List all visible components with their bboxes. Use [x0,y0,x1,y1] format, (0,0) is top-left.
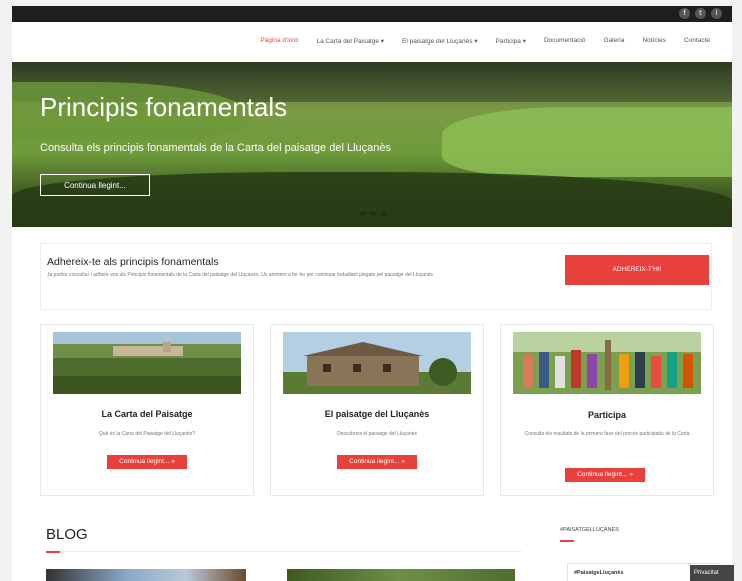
card-read-more-button[interactable]: Continua llegint... » [337,455,417,469]
card-title: Participa [587,410,627,420]
adhere-button[interactable]: ADHEREIX-T'HI! [565,255,709,285]
card-read-more-button[interactable]: Continua llegint... » [107,455,187,469]
card-carta: La Carta del Paisatge Què és la Carta de… [40,324,254,496]
card-title: La Carta del Paisatge [101,409,193,419]
facebook-icon[interactable]: f [679,8,690,19]
social-links: f t i [679,8,722,19]
page: f t i Pàgina d'inici La Carta del Paisat… [12,6,732,581]
instagram-icon[interactable]: i [711,8,722,19]
adhesion-text: Ja podeu consultar i adherir-vos als Pri… [47,272,434,278]
hero-read-more-button[interactable]: Continua llegint... [40,174,150,196]
nav-item-galeria[interactable]: Galeria [604,37,625,45]
blog-divider [46,551,522,552]
hero-background-field [442,107,732,177]
card-participa: Participa Consulta els resultats de la p… [500,324,714,496]
twitter-icon[interactable]: t [695,8,706,19]
card-paisatge: El paisatge del Lluçanès Descobreix el p… [270,324,484,496]
main-navigation: Pàgina d'inici La Carta del Paisatge ▾ E… [12,22,732,62]
sidebar-hashtag-title: #PAISATGELLUÇANÈS [560,527,619,533]
nav-item-contacte[interactable]: Contacte [684,37,710,45]
card-image-village [53,332,241,394]
nav-item-home[interactable]: Pàgina d'inici [260,37,298,45]
card-image-farmhouse [283,332,471,394]
card-read-more-button[interactable]: Continua llegint... » [565,468,645,482]
nav-item-documentacio[interactable]: Documentació [544,37,586,45]
card-image-group [513,332,701,394]
nav-item-carta[interactable]: La Carta del Paisatge ▾ [316,37,384,45]
hero-title: Principis fonamentals [40,92,288,122]
slider-dots [360,211,387,216]
card-text: Què és la Carta del Paisatge del Lluçanè… [98,431,196,437]
twitter-hashtag[interactable]: #PaisatgeLluçanès [574,570,624,576]
slider-dot[interactable] [360,211,365,216]
blog-post-thumbnail[interactable] [287,569,515,581]
slider-dot[interactable] [371,211,376,216]
hero-subtitle: Consulta els principis fonamentals de la… [40,142,391,154]
slider-dot[interactable] [382,211,387,216]
privacy-badge[interactable]: Privacitat [690,565,734,581]
hero-slider: Principis fonamentals Consulta els princ… [12,62,732,227]
card-text: Consulta els resultats de la primera fas… [524,431,690,437]
adhesion-box: Adhereix-te als principis fonamentals Ja… [40,243,712,310]
card-title: El paisatge del Lluçanès [324,409,430,419]
card-text: Descobreix el paisatge del Lluçanès [336,431,418,437]
sidebar-accent-line [560,540,574,542]
adhesion-title: Adhereix-te als principis fonamentals [47,256,219,268]
nav-item-noticies[interactable]: Notícies [642,37,665,45]
blog-accent-line [46,551,60,553]
blog-post-thumbnail[interactable] [46,569,246,581]
nav-item-paisatge[interactable]: El paisatge del Lluçanès ▾ [402,37,478,45]
blog-heading: BLOG [46,526,88,543]
top-bar: f t i [12,6,732,22]
nav-item-participa[interactable]: Participa ▾ [496,37,526,45]
